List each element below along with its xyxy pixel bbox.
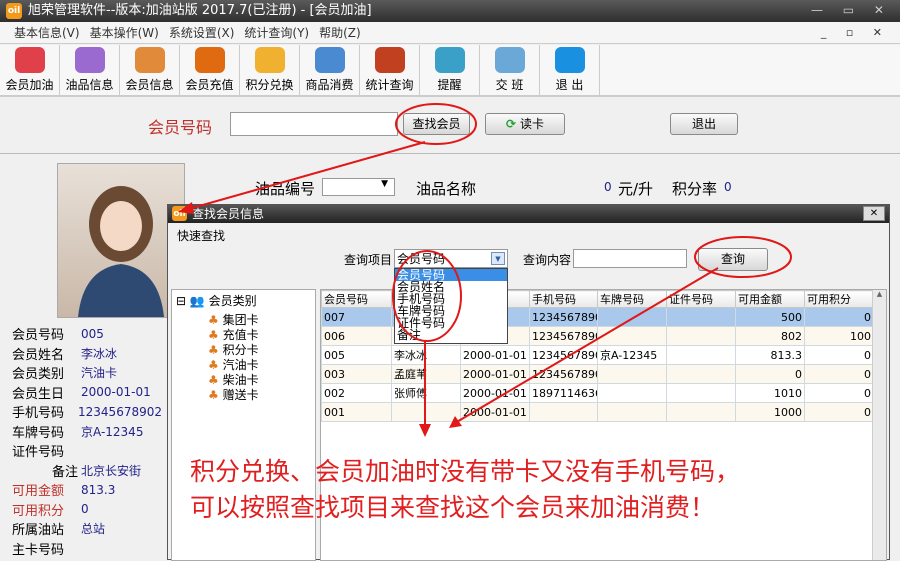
arrow-head-2 [419,424,431,437]
highlight-ellipse-dropdown [392,250,462,342]
annotation-line-1: 积分兑换、会员加油时没有带卡又没有手机号码， [190,457,741,486]
arrow-line-1 [184,141,426,211]
highlight-ellipse-query [694,236,792,278]
arrow-head-3 [449,416,462,428]
arrow-head-1 [178,202,194,214]
annotation-line-2: 可以按照查找项目来查找这个会员来加油消费！ [190,493,716,522]
highlight-ellipse-find [395,103,477,145]
arrow-line-3 [454,267,719,424]
